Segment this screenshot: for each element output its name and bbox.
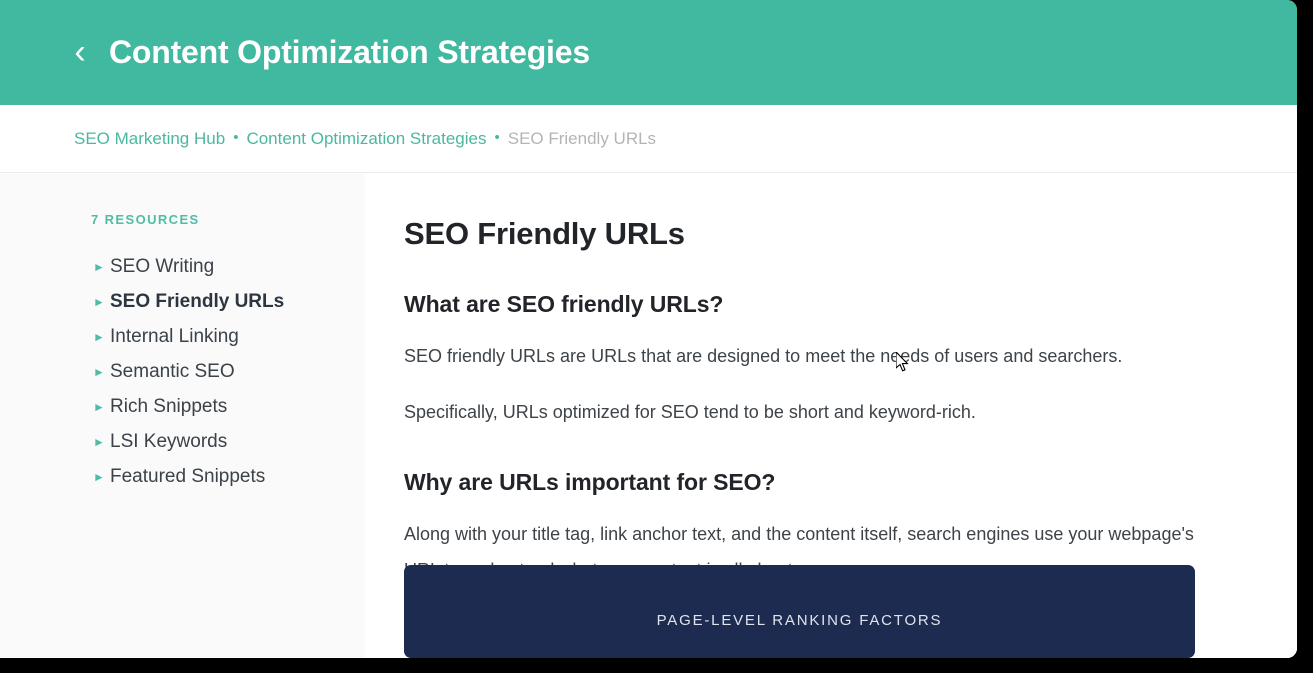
- sidebar-item-featured-snippets[interactable]: ► Featured Snippets: [0, 459, 365, 494]
- sidebar-item-semantic-seo[interactable]: ► Semantic SEO: [0, 354, 365, 389]
- sidebar-item-rich-snippets[interactable]: ► Rich Snippets: [0, 389, 365, 424]
- sidebar-item-internal-linking[interactable]: ► Internal Linking: [0, 319, 365, 354]
- breadcrumb-separator-icon: •: [233, 129, 239, 146]
- triangle-right-icon: ►: [93, 364, 105, 379]
- breadcrumb: SEO Marketing Hub • Content Optimization…: [74, 129, 656, 149]
- ranking-factors-card-title: PAGE-LEVEL RANKING FACTORS: [656, 612, 943, 629]
- section-one-paragraph-two: Specifically, URLs optimized for SEO ten…: [404, 402, 976, 422]
- sidebar-item-label: Featured Snippets: [110, 465, 266, 487]
- page-header: ‹ Content Optimization Strategies: [0, 0, 1297, 105]
- triangle-right-icon: ►: [93, 259, 105, 274]
- breadcrumb-item-current: SEO Friendly URLs: [507, 128, 657, 148]
- triangle-right-icon: ►: [93, 469, 105, 484]
- section-heading-why-are-urls-important: Why are URLs important for SEO?: [404, 469, 776, 495]
- triangle-right-icon: ►: [93, 399, 105, 414]
- sidebar-resource-list: ► SEO Writing ► SEO Friendly URLs ► Inte…: [0, 249, 365, 494]
- main-content: SEO Friendly URLs What are SEO friendly …: [365, 174, 1297, 658]
- back-chevron-icon[interactable]: ‹: [66, 32, 94, 74]
- sidebar-item-label: SEO Friendly URLs: [110, 290, 285, 312]
- section-one-paragraph-one: SEO friendly URLs are URLs that are desi…: [404, 346, 1123, 366]
- sidebar-item-label: LSI Keywords: [110, 430, 228, 452]
- triangle-right-icon: ►: [93, 329, 105, 344]
- page-header-title: Content Optimization Strategies: [109, 34, 590, 70]
- breadcrumb-item-seo-marketing-hub[interactable]: SEO Marketing Hub: [74, 129, 225, 149]
- sidebar-resources-count: 7 RESOURCES: [91, 212, 200, 227]
- sidebar-item-label: Rich Snippets: [110, 395, 228, 417]
- sidebar-item-seo-writing[interactable]: ► SEO Writing: [0, 249, 365, 284]
- sidebar-item-label: SEO Writing: [110, 255, 215, 277]
- triangle-right-icon: ►: [93, 434, 105, 449]
- sidebar: 7 RESOURCES ► SEO Writing ► SEO Friendly…: [0, 174, 365, 658]
- sidebar-item-label: Internal Linking: [110, 325, 239, 347]
- breadcrumb-bar: SEO Marketing Hub • Content Optimization…: [0, 105, 1297, 173]
- triangle-right-icon: ►: [93, 294, 105, 309]
- body-area: 7 RESOURCES ► SEO Writing ► SEO Friendly…: [0, 174, 1297, 658]
- breadcrumb-separator-icon: •: [494, 129, 500, 146]
- sidebar-item-lsi-keywords[interactable]: ► LSI Keywords: [0, 424, 365, 459]
- page-title: SEO Friendly URLs: [404, 216, 685, 251]
- ranking-factors-card[interactable]: PAGE-LEVEL RANKING FACTORS: [404, 565, 1195, 658]
- section-heading-what-are-seo-friendly-urls: What are SEO friendly URLs?: [404, 291, 724, 317]
- sidebar-item-seo-friendly-urls[interactable]: ► SEO Friendly URLs: [0, 284, 365, 319]
- breadcrumb-item-content-optimization-strategies[interactable]: Content Optimization Strategies: [246, 129, 486, 149]
- app-frame: ‹ Content Optimization Strategies SEO Ma…: [0, 0, 1297, 658]
- sidebar-item-label: Semantic SEO: [110, 360, 235, 382]
